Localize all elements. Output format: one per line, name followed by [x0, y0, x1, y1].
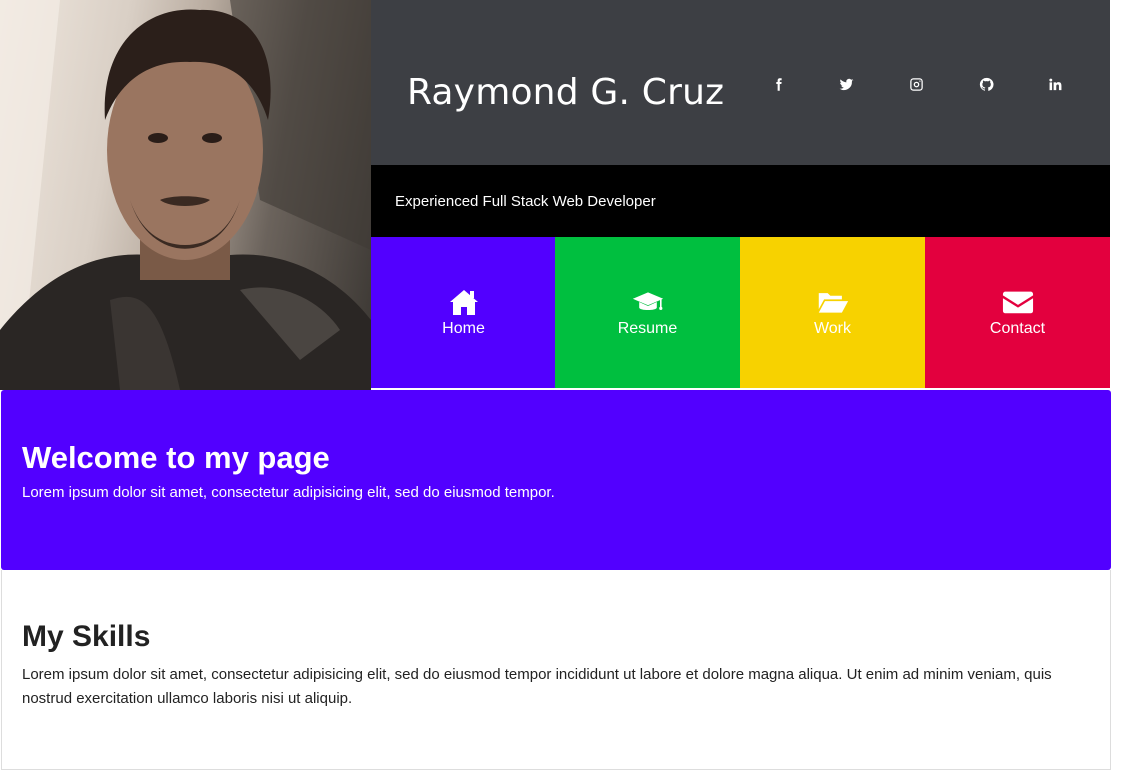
nav-label-contact: Contact: [989, 319, 1046, 337]
site-title: Raymond G. Cruz: [407, 72, 725, 113]
nav-tile-home[interactable]: Home: [371, 237, 556, 388]
instagram-link[interactable]: [904, 72, 928, 96]
github-icon: [979, 77, 994, 91]
github-link[interactable]: [974, 72, 998, 96]
tagline-bar: Experienced Full Stack Web Developer: [371, 165, 1110, 237]
tagline: Experienced Full Stack Web Developer: [395, 193, 656, 210]
facebook-link[interactable]: [766, 72, 790, 96]
nav-label-home: Home: [442, 319, 485, 337]
welcome-heading: Welcome to my page: [22, 440, 330, 475]
welcome-text: Lorem ipsum dolor sit amet, consectetur …: [22, 484, 555, 501]
nav-tile-work[interactable]: Work: [740, 237, 925, 388]
instagram-icon: [909, 77, 923, 91]
nav-tile-contact[interactable]: Contact: [925, 237, 1110, 388]
linkedin-link[interactable]: [1043, 72, 1067, 96]
folder-open-icon: [818, 292, 848, 313]
facebook-icon: [775, 77, 782, 91]
profile-photo: [0, 0, 371, 390]
skills-heading: My Skills: [22, 620, 151, 653]
home-icon: [449, 289, 478, 315]
nav-label-resume: Resume: [617, 319, 678, 337]
twitter-icon: [839, 78, 853, 90]
nav-label-work: Work: [813, 319, 852, 337]
linkedin-icon: [1048, 78, 1061, 90]
envelope-icon: [1002, 291, 1033, 313]
nav-tile-resume[interactable]: Resume: [555, 237, 740, 388]
graduation-cap-icon: [632, 291, 663, 310]
welcome-section: Welcome to my page Lorem ipsum dolor sit…: [1, 390, 1111, 570]
twitter-link[interactable]: [834, 72, 858, 96]
skills-text: Lorem ipsum dolor sit amet, consectetur …: [22, 666, 1052, 707]
skills-section: My Skills Lorem ipsum dolor sit amet, co…: [1, 570, 1111, 770]
header: Raymond G. Cruz: [371, 0, 1110, 165]
